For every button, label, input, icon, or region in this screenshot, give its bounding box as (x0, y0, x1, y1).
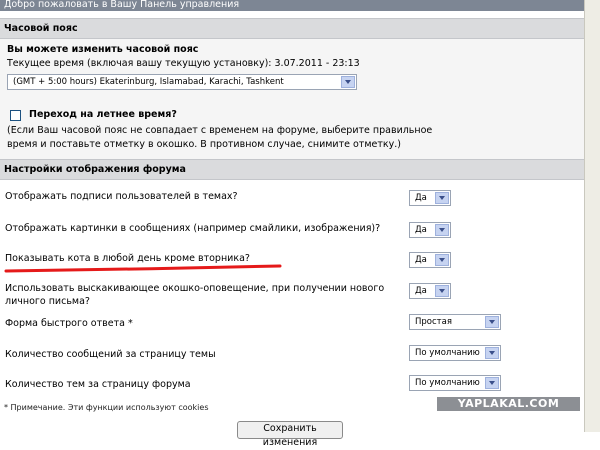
chevron-down-icon (485, 316, 499, 328)
red-underline-annotation (4, 264, 282, 273)
save-changes-button[interactable]: Сохранить изменения (237, 421, 343, 448)
watermark: YAPLAKAL.COM (437, 397, 580, 411)
topics-per-page-select[interactable]: По умолчанию (409, 375, 501, 391)
topics-per-page-select-value: По умолчанию (415, 378, 480, 388)
quick-reply-select-value: Простая (415, 317, 452, 327)
chevron-down-icon (435, 285, 449, 297)
posts-per-page-select[interactable]: По умолчанию (409, 345, 501, 361)
posts-per-page-select-value: По умолчанию (415, 348, 480, 358)
setting-label-popup-line1: Использовать выскакивающее окошко-оповещ… (5, 283, 385, 294)
cookies-note: * Примечание. Эти функции используют coo… (4, 403, 209, 412)
setting-label-quick-reply: Форма быстрого ответа * (5, 318, 133, 329)
setting-label-popup-line2: личного письма? (5, 296, 90, 307)
popup-select[interactable]: Да (409, 283, 451, 299)
popup-select-value: Да (415, 286, 427, 296)
quick-reply-select[interactable]: Простая (409, 314, 501, 330)
chevron-down-icon (485, 347, 499, 359)
setting-label-topics-per-page: Количество тем за страницу форума (5, 379, 191, 390)
setting-label-posts-per-page: Количество сообщений за страницу темы (5, 349, 216, 360)
chevron-down-icon (485, 377, 499, 389)
